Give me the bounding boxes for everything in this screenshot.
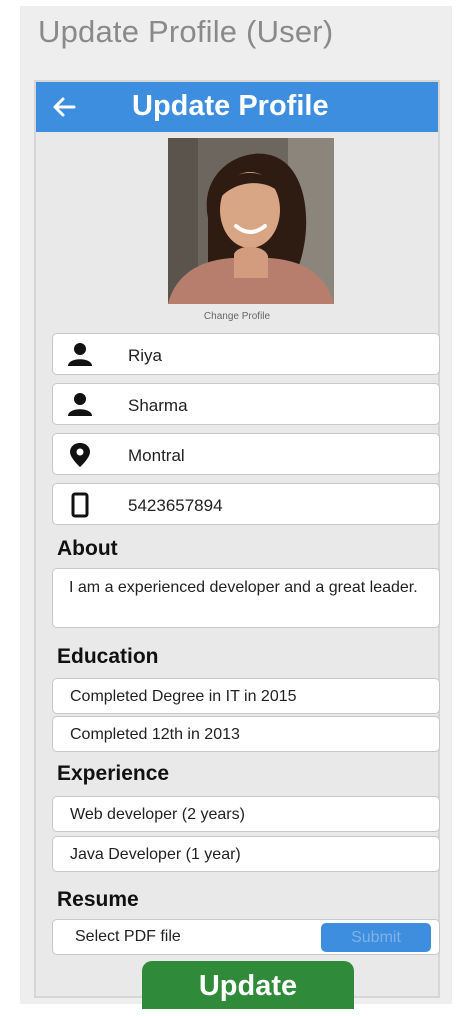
resume-label: Resume — [57, 888, 139, 911]
about-label: About — [57, 537, 118, 560]
screen-title: Update Profile (User) — [38, 14, 334, 49]
city-field[interactable]: Montral — [52, 433, 440, 475]
last-name-field[interactable]: Sharma — [52, 383, 440, 425]
experience-item[interactable]: Web developer (2 years) — [52, 796, 440, 832]
profile-photo[interactable] — [168, 138, 334, 304]
select-pdf-placeholder: Select PDF file — [75, 928, 181, 945]
update-button[interactable]: Update — [142, 961, 354, 1009]
app-bar: Update Profile — [36, 82, 438, 132]
first-name-field[interactable]: Riya — [52, 333, 440, 375]
first-name-value: Riya — [128, 346, 163, 365]
phone-field[interactable]: 5423657894 — [52, 483, 440, 525]
person-icon — [68, 343, 92, 366]
city-value: Montral — [128, 446, 185, 465]
phone-screen: Update Profile Change Profile Riya Sharm… — [34, 80, 440, 1009]
person-icon — [68, 393, 92, 416]
phone-icon — [71, 492, 89, 518]
resume-file-input[interactable]: Select PDF file Submit — [52, 919, 440, 955]
change-profile-link[interactable]: Change Profile — [36, 311, 438, 322]
arrow-left-icon[interactable] — [50, 93, 78, 121]
education-item[interactable]: Completed Degree in IT in 2015 — [52, 678, 440, 714]
experience-item[interactable]: Java Developer (1 year) — [52, 836, 440, 872]
experience-label: Experience — [57, 762, 170, 785]
phone-value: 5423657894 — [128, 496, 223, 515]
screen-frame: Update Profile (User) Update Profile Cha… — [20, 6, 452, 1009]
location-pin-icon — [70, 443, 90, 467]
education-label: Education — [57, 645, 159, 668]
submit-button[interactable]: Submit — [321, 923, 431, 952]
education-item[interactable]: Completed 12th in 2013 — [52, 716, 440, 752]
page-title: Update Profile — [132, 90, 329, 122]
about-textarea[interactable]: I am a experienced developer and a great… — [52, 568, 440, 628]
last-name-value: Sharma — [128, 396, 188, 415]
